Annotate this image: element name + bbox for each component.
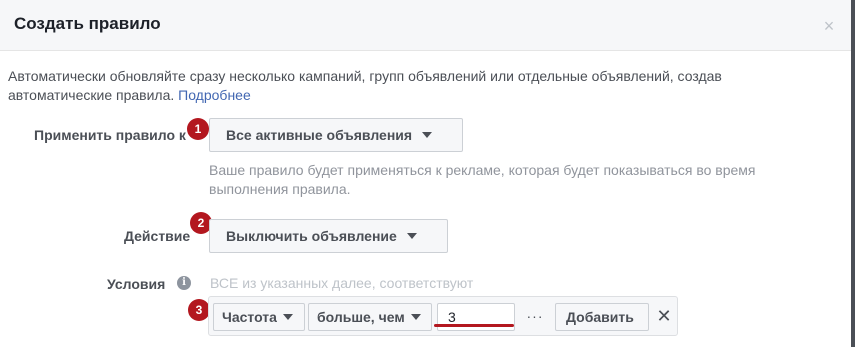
metric-dropdown-value: Частота xyxy=(222,309,277,325)
caret-down-icon xyxy=(406,233,417,239)
action-label: Действие xyxy=(124,228,191,244)
description-text: Автоматически обновляйте сразу несколько… xyxy=(8,68,722,103)
action-dropdown-value: Выключить объявление xyxy=(226,228,397,244)
add-condition-label: Добавить xyxy=(566,309,634,325)
dialog-header: Создать правило × xyxy=(0,0,851,51)
operator-dropdown[interactable]: больше, чем xyxy=(308,303,432,331)
apply-rule-label: Применить правило к xyxy=(34,127,186,143)
add-condition-button[interactable]: Добавить xyxy=(555,303,649,331)
learn-more-link[interactable]: Подробнее xyxy=(178,87,251,103)
dialog-description: Автоматически обновляйте сразу несколько… xyxy=(8,67,798,105)
action-dropdown[interactable]: Выключить объявление xyxy=(209,219,448,253)
apply-rule-dropdown-value: Все активные объявления xyxy=(226,127,413,143)
more-icon[interactable]: ··· xyxy=(525,308,545,324)
remove-icon[interactable]: ✕ xyxy=(655,307,673,325)
caret-down-icon xyxy=(410,314,421,320)
create-rule-dialog: Создать правило × Автоматически обновляй… xyxy=(0,0,855,347)
caret-down-icon xyxy=(282,314,293,320)
apply-rule-hint: Ваше правило будет применяться к рекламе… xyxy=(209,162,756,197)
metric-dropdown[interactable]: Частота xyxy=(213,303,305,331)
condition-row: Частота больше, чем ··· Добавить ✕ xyxy=(208,296,678,336)
annotation-underline xyxy=(434,324,514,327)
annotation-badge-3: 3 xyxy=(188,299,210,321)
apply-rule-dropdown[interactable]: Все активные объявления xyxy=(209,118,463,152)
background-edge xyxy=(851,0,855,347)
annotation-badge-1: 1 xyxy=(187,118,209,140)
close-icon[interactable]: × xyxy=(820,17,838,35)
conditions-label: Условия xyxy=(107,276,166,292)
conditions-hint: ВСЕ из указанных далее, соответствуют xyxy=(210,275,474,291)
caret-down-icon xyxy=(422,132,433,138)
info-icon[interactable]: i xyxy=(177,276,191,290)
operator-dropdown-value: больше, чем xyxy=(317,309,405,325)
dialog-title: Создать правило xyxy=(14,14,161,33)
